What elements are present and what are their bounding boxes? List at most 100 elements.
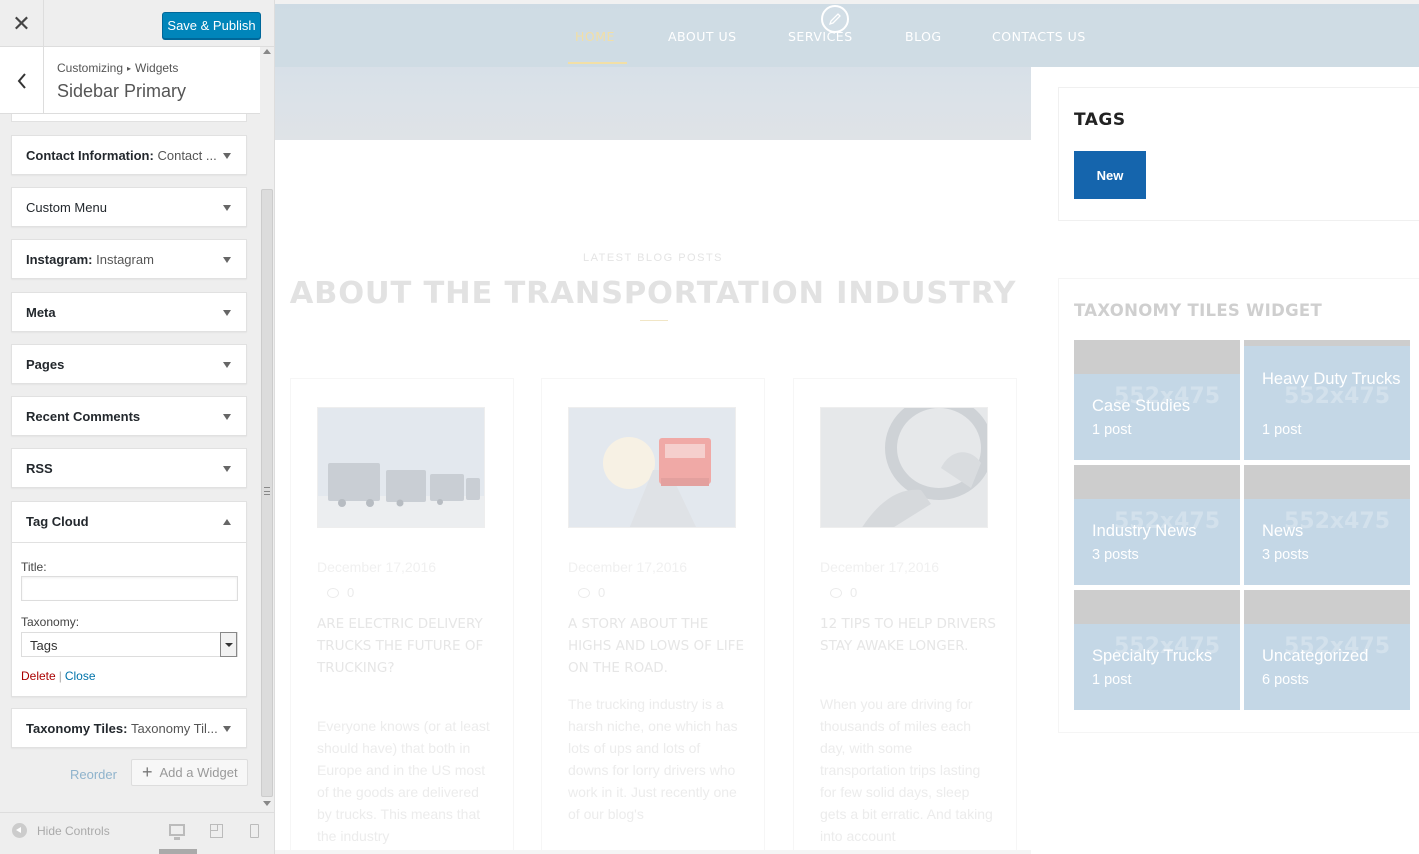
comment-count: 0 (598, 585, 606, 600)
back-button[interactable] (0, 47, 44, 114)
scroll-up-icon[interactable] (263, 49, 271, 54)
widget-title: Instagram: Instagram (26, 252, 154, 267)
plus-icon: + (142, 762, 153, 782)
dropdown-arrow-icon[interactable] (220, 632, 237, 657)
tablet-preview-icon[interactable] (210, 824, 223, 838)
nav-item-home[interactable]: HOME (575, 29, 615, 44)
customizer-sidebar: ✕ Save & Publish Customizing ▸ Widgets Sid… (0, 0, 275, 854)
close-link[interactable]: Close (65, 669, 96, 683)
taxonomy-tile[interactable]: 552x475 Industry News 3 posts (1074, 465, 1240, 585)
mobile-preview-icon[interactable] (250, 824, 259, 838)
caret-down-icon[interactable] (223, 153, 231, 159)
taxonomy-tile[interactable]: 552x475 News 3 posts (1244, 465, 1410, 585)
comment-icon (327, 587, 339, 598)
caret-down-icon[interactable] (223, 205, 231, 211)
widget-custom-menu[interactable]: Custom Menu (11, 187, 247, 227)
hide-controls-button[interactable]: Hide Controls (12, 823, 110, 838)
caret-down-icon[interactable] (223, 257, 231, 263)
panel-title: Sidebar Primary (57, 81, 187, 101)
desktop-preview-icon[interactable] (169, 824, 185, 840)
post-thumbnail[interactable] (317, 407, 485, 528)
widget-name: Instagram (26, 252, 89, 267)
tag-new[interactable]: New (1074, 151, 1146, 199)
post-excerpt: When you are driving for thousands of mi… (820, 696, 993, 844)
tile-name: Heavy Duty Trucks (1262, 370, 1401, 388)
collapse-icon (12, 823, 27, 838)
post-date: December 17,2016 (568, 559, 688, 575)
widget-name: Meta (26, 305, 56, 320)
taxonomy-tile[interactable]: 552x475 Specialty Trucks 1 post (1074, 590, 1240, 710)
taxonomy-tiles-heading: TAXONOMY TILES WIDGET (1074, 301, 1323, 320)
post-thumbnail[interactable] (568, 407, 736, 528)
taxonomy-tiles-widget: TAXONOMY TILES WIDGET 552x475 Case Studie… (1058, 278, 1419, 733)
post-excerpt: Everyone knows (or at least should have)… (317, 718, 490, 844)
blog-post-card[interactable]: December 17,2016 0 ARE ELECTRIC DELIVERY T… (290, 378, 514, 854)
post-title[interactable]: 12 TIPS TO HELP DRIVERS STAY AWAKE LONGE… (820, 613, 1000, 657)
nav-active-underline (568, 62, 627, 64)
post-comments[interactable]: 0 (327, 585, 354, 600)
widget-meta[interactable]: Meta (11, 292, 247, 332)
taxonomy-tile[interactable]: 552x475 Uncategorized 6 posts (1244, 590, 1410, 710)
caret-down-icon[interactable] (223, 414, 231, 420)
breadcrumb: Customizing ▸ Widgets (57, 61, 178, 75)
scroll-down-icon[interactable] (263, 801, 271, 806)
widget-name-suffix: : (149, 148, 154, 163)
widget-taxonomy-tiles[interactable]: Taxonomy Tiles: Taxonomy Til... (11, 708, 247, 748)
reorder-link[interactable]: Reorder (70, 767, 117, 782)
widget-subtitle: Contact ... (157, 148, 217, 163)
tile-name: Case Studies (1092, 397, 1191, 415)
widget-name: Contact Information (26, 148, 150, 163)
scrollbar[interactable] (260, 47, 274, 812)
add-widget-button[interactable]: + Add a Widget (131, 759, 248, 786)
edit-shortcut-icon[interactable] (821, 5, 849, 33)
blog-post-card[interactable]: December 17,2016 0 A STORY ABOUT THE HIGHS… (541, 378, 765, 854)
widget-contact-information[interactable]: Contact Information: Contact ... (11, 135, 247, 175)
post-title[interactable]: A STORY ABOUT THE HIGHS AND LOWS OF LIFE… (568, 613, 748, 679)
tags-widget: TAGS New (1058, 87, 1419, 221)
title-input[interactable] (21, 576, 238, 601)
widget-recent-comments[interactable]: Recent Comments (11, 396, 247, 436)
customizer-header: ✕ Save & Publish (0, 0, 274, 47)
nav-item-about-us[interactable]: ABOUT US (668, 29, 737, 44)
breadcrumb-section: Widgets (135, 61, 179, 75)
nav-item-blog[interactable]: BLOG (905, 29, 942, 44)
delete-link[interactable]: Delete (21, 669, 56, 683)
tile-count: 3 posts (1262, 547, 1309, 563)
widget-name: RSS (26, 461, 53, 476)
breadcrumb-separator-icon: ▸ (127, 64, 132, 73)
taxonomy-tile[interactable]: 552x475 Heavy Duty Trucks 1 post (1244, 340, 1410, 460)
taxonomy-tile[interactable]: 552x475 Case Studies 1 post (1074, 340, 1240, 460)
grip-icon (264, 487, 270, 495)
taxonomy-select-value: Tags (30, 638, 58, 653)
tile-name: Uncategorized (1262, 647, 1369, 665)
widget-pages[interactable]: Pages (11, 344, 247, 384)
caret-down-icon[interactable] (223, 726, 231, 732)
post-title[interactable]: ARE ELECTRIC DELIVERY TRUCKS THE FUTURE … (317, 613, 497, 679)
widget-subtitle: Taxonomy Til... (131, 721, 218, 736)
widget-rss[interactable]: RSS (11, 448, 247, 488)
post-comments[interactable]: 0 (830, 585, 857, 600)
scrollbar-thumb[interactable] (261, 189, 273, 797)
widget-name-suffix: : (123, 721, 128, 736)
save-publish-button[interactable]: Save & Publish (162, 12, 261, 39)
caret-down-icon[interactable] (223, 362, 231, 368)
widget-name: Recent Comments (26, 409, 141, 424)
widget-tag-cloud[interactable]: Tag Cloud Title: Taxonomy: Tags Delete | Close (11, 501, 247, 697)
tile-count: 1 post (1092, 422, 1132, 438)
post-thumbnail[interactable] (820, 407, 988, 528)
widget-name: Custom Menu (26, 200, 107, 215)
nav-item-services[interactable]: SERVICES (788, 29, 853, 44)
nav-item-contacts-us[interactable]: CONTACTS US (992, 29, 1086, 44)
post-comments[interactable]: 0 (578, 585, 605, 600)
caret-up-icon[interactable] (223, 519, 231, 525)
caret-down-icon[interactable] (223, 310, 231, 316)
widget-instagram[interactable]: Instagram: Instagram (11, 239, 247, 279)
widget-title: Custom Menu (26, 200, 107, 215)
site-preview: HOME ABOUT US SERVICES BLOG CONTACTS US TAGS… (275, 0, 1419, 854)
widget-title: RSS (26, 461, 53, 476)
panel-header: Customizing ▸ Widgets Sidebar Primary (0, 47, 261, 114)
caret-down-icon[interactable] (223, 466, 231, 472)
blog-post-card[interactable]: December 17,2016 0 12 TIPS TO HELP DRIVERS… (793, 378, 1017, 854)
taxonomy-select[interactable]: Tags (21, 632, 238, 657)
close-customizer-button[interactable]: ✕ (0, 0, 44, 47)
